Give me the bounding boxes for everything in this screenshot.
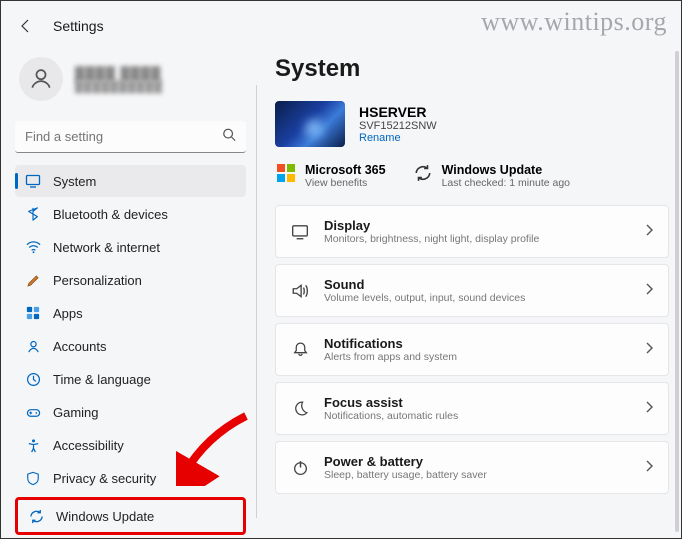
card-title: Power & battery: [324, 454, 630, 469]
status-microsoft-365[interactable]: Microsoft 365 View benefits: [277, 163, 386, 189]
search-icon: [222, 128, 236, 147]
card-sub: Volume levels, output, input, sound devi…: [324, 292, 630, 304]
wifi-icon: [25, 239, 41, 255]
chevron-right-icon: [644, 341, 654, 359]
system-icon: [25, 173, 41, 189]
device-model: SVF15212SNW: [359, 120, 437, 132]
card-notifications[interactable]: Notifications Alerts from apps and syste…: [275, 323, 669, 376]
header: Settings: [1, 1, 681, 45]
sidebar-item-label: Personalization: [53, 273, 142, 288]
back-button[interactable]: [15, 15, 37, 37]
sidebar-item-label: Privacy & security: [53, 471, 156, 486]
sidebar-item-label: Apps: [53, 306, 83, 321]
power-icon: [290, 458, 310, 478]
card-title: Notifications: [324, 336, 630, 351]
sidebar-item-label: Network & internet: [53, 240, 160, 255]
chevron-right-icon: [644, 223, 654, 241]
card-focus-assist[interactable]: Focus assist Notifications, automatic ru…: [275, 382, 669, 435]
avatar: [19, 57, 63, 101]
moon-icon: [290, 399, 310, 419]
device-info-row: HSERVER SVF15212SNW Rename: [275, 101, 669, 147]
accounts-icon: [25, 338, 41, 354]
card-power-battery[interactable]: Power & battery Sleep, battery usage, ba…: [275, 441, 669, 494]
sidebar-item-label: Gaming: [53, 405, 99, 420]
bluetooth-icon: [25, 206, 41, 222]
card-sub: Sleep, battery usage, battery saver: [324, 469, 630, 481]
header-title: Settings: [53, 18, 104, 34]
sidebar-item-time-language[interactable]: Time & language: [15, 363, 246, 395]
highlight-annotation: Windows Update: [15, 497, 246, 535]
gaming-icon: [25, 404, 41, 420]
apps-icon: [25, 305, 41, 321]
sidebar-item-gaming[interactable]: Gaming: [15, 396, 246, 428]
sidebar-item-label: Time & language: [53, 372, 151, 387]
card-sound[interactable]: Sound Volume levels, output, input, soun…: [275, 264, 669, 317]
page-title: System: [275, 55, 669, 83]
rename-link[interactable]: Rename: [359, 132, 437, 144]
clock-icon: [25, 371, 41, 387]
update-icon: [28, 508, 44, 524]
sidebar-item-apps[interactable]: Apps: [15, 297, 246, 329]
search-field[interactable]: [15, 121, 246, 153]
sidebar-item-label: System: [53, 174, 96, 189]
device-wallpaper-thumb: [275, 101, 345, 147]
sidebar-item-label: Bluetooth & devices: [53, 207, 168, 222]
sidebar-item-accessibility[interactable]: Accessibility: [15, 429, 246, 461]
card-sub: Alerts from apps and system: [324, 351, 630, 363]
card-sub: Notifications, automatic rules: [324, 410, 630, 422]
sidebar-item-windows-update[interactable]: Windows Update: [18, 500, 243, 532]
bell-icon: [290, 340, 310, 360]
device-name: HSERVER: [359, 104, 437, 120]
status-sub: View benefits: [305, 177, 386, 189]
shield-icon: [25, 470, 41, 486]
nav-list: System Bluetooth & devices Network & int…: [15, 165, 246, 535]
settings-card-list: Display Monitors, brightness, night ligh…: [275, 205, 669, 494]
profile-email: ██████████: [75, 81, 163, 93]
sidebar-item-system[interactable]: System: [15, 165, 246, 197]
search-input[interactable]: [15, 121, 246, 153]
sidebar-item-bluetooth[interactable]: Bluetooth & devices: [15, 198, 246, 230]
card-title: Sound: [324, 277, 630, 292]
accessibility-icon: [25, 437, 41, 453]
profile[interactable]: ████ ████ ██████████: [15, 51, 246, 115]
status-windows-update[interactable]: Windows Update Last checked: 1 minute ag…: [414, 163, 570, 189]
card-display[interactable]: Display Monitors, brightness, night ligh…: [275, 205, 669, 258]
sidebar-item-label: Accessibility: [53, 438, 124, 453]
sidebar-item-personalization[interactable]: Personalization: [15, 264, 246, 296]
update-status-icon: [414, 164, 432, 182]
brush-icon: [25, 272, 41, 288]
scrollbar[interactable]: [675, 51, 679, 532]
main-content: System HSERVER SVF15212SNW Rename Micros…: [257, 45, 681, 538]
person-icon: [28, 66, 54, 92]
sidebar-item-label: Accounts: [53, 339, 106, 354]
card-sub: Monitors, brightness, night light, displ…: [324, 233, 630, 245]
sidebar-item-accounts[interactable]: Accounts: [15, 330, 246, 362]
arrow-left-icon: [18, 18, 34, 34]
sidebar-item-network[interactable]: Network & internet: [15, 231, 246, 263]
chevron-right-icon: [644, 282, 654, 300]
status-sub: Last checked: 1 minute ago: [442, 177, 570, 189]
sound-icon: [290, 281, 310, 301]
display-icon: [290, 222, 310, 242]
sidebar: ████ ████ ██████████ System Bluetooth & …: [1, 45, 256, 538]
chevron-right-icon: [644, 400, 654, 418]
chevron-right-icon: [644, 459, 654, 477]
microsoft-logo-icon: [277, 164, 295, 182]
status-label: Microsoft 365: [305, 163, 386, 177]
status-row: Microsoft 365 View benefits Windows Upda…: [275, 163, 669, 189]
sidebar-item-label: Windows Update: [56, 509, 154, 524]
card-title: Focus assist: [324, 395, 630, 410]
sidebar-item-privacy[interactable]: Privacy & security: [15, 462, 246, 494]
profile-name: ████ ████: [75, 66, 163, 81]
status-label: Windows Update: [442, 163, 570, 177]
card-title: Display: [324, 218, 630, 233]
